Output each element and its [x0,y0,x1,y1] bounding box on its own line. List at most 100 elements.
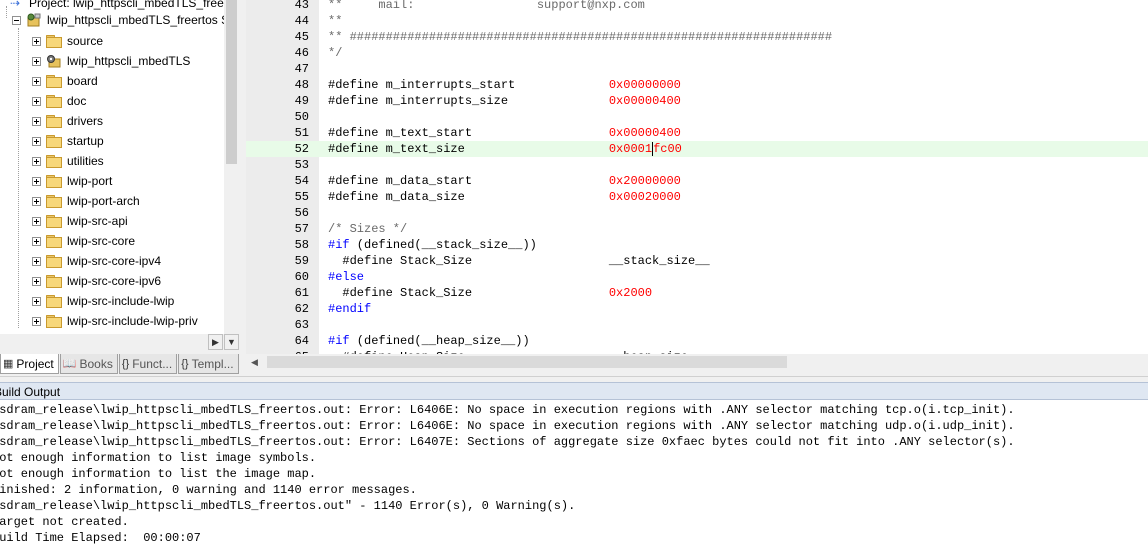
tree-item[interactable]: lwip-src-core-ipv6 [32,271,161,291]
code-token: ** [328,14,343,28]
tree-item[interactable]: startup [32,131,104,151]
scroll-left-icon[interactable]: ◀ [246,354,263,371]
output-line: \sdram_release\lwip_httpscli_mbedTLS_fre… [0,403,1015,417]
tree-item[interactable]: lwip-src-core [32,231,135,251]
code-token: /* Sizes */ [328,222,408,236]
tree-root-label: Project: lwip_httpscli_mbedTLS_freertos [29,0,225,10]
expand-icon[interactable] [32,256,41,266]
expand-icon[interactable] [32,76,41,86]
expand-icon[interactable] [32,96,41,106]
code-line[interactable]: 61 #define Stack_Size 0x2000 [246,285,1148,301]
code-text: /* Sizes */ [328,221,407,237]
tree-item-label: lwip-port [67,174,113,188]
tree-item-label: lwip-src-include-lwip [67,294,175,308]
code-text: #else [328,269,364,285]
tree-item[interactable]: lwip-src-include-lwip [32,291,174,311]
tree-vertical-scrollbar[interactable] [224,0,240,334]
code-line[interactable]: 56 [246,205,1148,221]
expand-icon[interactable] [32,196,41,206]
code-text: #define m_text_size 0x0001fc00 [328,141,682,157]
output-line: \sdram_release\lwip_httpscli_mbedTLS_fre… [0,435,1015,449]
expand-icon[interactable] [32,116,41,126]
build-output-pane[interactable]: \sdram_release\lwip_httpscli_mbedTLS_fre… [0,400,1148,556]
code-text: #define m_data_size 0x00020000 [328,189,681,205]
code-line[interactable]: 59 #define Stack_Size __stack_size__ [246,253,1148,269]
expand-icon[interactable] [32,316,41,326]
expand-icon[interactable] [32,236,41,246]
expand-icon[interactable] [32,176,41,186]
editor-scroll-thumb[interactable] [267,356,787,368]
code-line[interactable]: 48 #define m_interrupts_start 0x00000000 [246,77,1148,93]
tree-item[interactable]: lwip-src-include-lwip-priv [32,311,198,331]
code-line[interactable]: 62 #endif [246,301,1148,317]
expand-icon[interactable] [32,296,41,306]
code-line[interactable]: 44 ** [246,13,1148,29]
code-text: #define m_interrupts_size 0x00000400 [328,93,681,109]
line-number: 45 [294,30,309,44]
folder-icon [46,95,62,108]
code-line[interactable]: 60 #else [246,269,1148,285]
tree-item-label: lwip-src-include-lwip-priv [67,314,198,328]
collapse-icon[interactable] [12,15,21,25]
expand-icon[interactable] [32,276,41,286]
code-line[interactable]: 63 [246,317,1148,333]
code-line[interactable]: 55 #define m_data_size 0x00020000 [246,189,1148,205]
editor-horizontal-scrollbar[interactable]: ◀ [246,354,1148,371]
tree-item-label: utilities [67,154,104,168]
code-line[interactable]: 53 [246,157,1148,173]
code-line[interactable]: 64 #if (defined(__heap_size__)) [246,333,1148,349]
code-line[interactable]: 43 ** mail: support@nxp.com [246,0,1148,13]
tree-item[interactable]: lwip-src-api [32,211,128,231]
code-text: */ [328,45,342,61]
code-token: #define Stack_Size [328,286,609,300]
code-line[interactable]: 49 #define m_interrupts_size 0x00000400 [246,93,1148,109]
tree-item[interactable]: utilities [32,151,104,171]
code-editor[interactable]: 43 ** mail: support@nxp.com 44 ** 45 ** #####… [246,0,1148,354]
code-text: #define m_text_start 0x00000400 [328,125,681,141]
scroll-down-icon[interactable]: ▼ [224,334,239,350]
code-token: #define m_text_size [328,142,609,156]
tree-item[interactable]: drivers [32,111,103,131]
code-token: #if [328,238,350,252]
code-token: */ [328,46,343,60]
line-number: 56 [294,206,309,220]
tree-target-row[interactable]: lwip_httpscli_mbedTLS_freertos S [12,10,225,30]
tree-item[interactable]: source [32,31,103,51]
code-line[interactable]: 52 #define m_text_size 0x0001fc00 [246,141,1148,157]
code-line[interactable]: 46 */ [246,45,1148,61]
code-line[interactable]: 51 #define m_text_start 0x00000400 [246,125,1148,141]
tab-template[interactable]: {} Templ... [178,354,239,374]
expand-icon[interactable] [32,36,41,46]
code-token: #else [328,270,365,284]
tree-horizontal-scrollbar[interactable]: ▶ ▼ [0,334,240,350]
code-token: #define m_data_start [328,174,609,188]
tree-item[interactable]: lwip_httpscli_mbedTLS [32,51,190,71]
tree-item[interactable]: lwip-port-arch [32,191,140,211]
tree-item[interactable]: board [32,71,98,91]
tree-item-label: lwip-src-core-ipv6 [67,274,162,288]
tab-braces[interactable]: {} Funct... [118,354,178,374]
code-line[interactable]: 45 ** ###################################… [246,29,1148,45]
code-line[interactable]: 57 /* Sizes */ [246,221,1148,237]
tree-scroll-thumb[interactable] [226,0,237,164]
expand-icon[interactable] [32,216,41,226]
code-line[interactable]: 50 [246,109,1148,125]
code-line[interactable]: 54 #define m_data_start 0x20000000 [246,173,1148,189]
code-token: #endif [328,302,372,316]
tree-item[interactable]: doc [32,91,86,111]
expand-icon[interactable] [32,156,41,166]
scroll-right-icon[interactable]: ▶ [208,334,223,350]
expand-icon[interactable] [32,56,41,66]
tab-books[interactable]: 📖 Books [59,354,118,374]
tree-target-label: lwip_httpscli_mbedTLS_freertos S [47,13,225,27]
folder-icon [46,115,62,128]
code-line[interactable]: 58 #if (defined(__stack_size__)) [246,237,1148,253]
project-tree: ⇢ Project: lwip_httpscli_mbedTLS_freerto… [0,0,225,334]
tree-item[interactable]: lwip-port [32,171,112,191]
expand-icon[interactable] [32,136,41,146]
code-line[interactable]: 47 [246,61,1148,77]
target-icon [26,13,42,27]
tree-item[interactable]: lwip-src-core-ipv4 [32,251,161,271]
tab-project[interactable]: ▦ Project [0,354,59,374]
braces-icon: {} [121,357,130,370]
